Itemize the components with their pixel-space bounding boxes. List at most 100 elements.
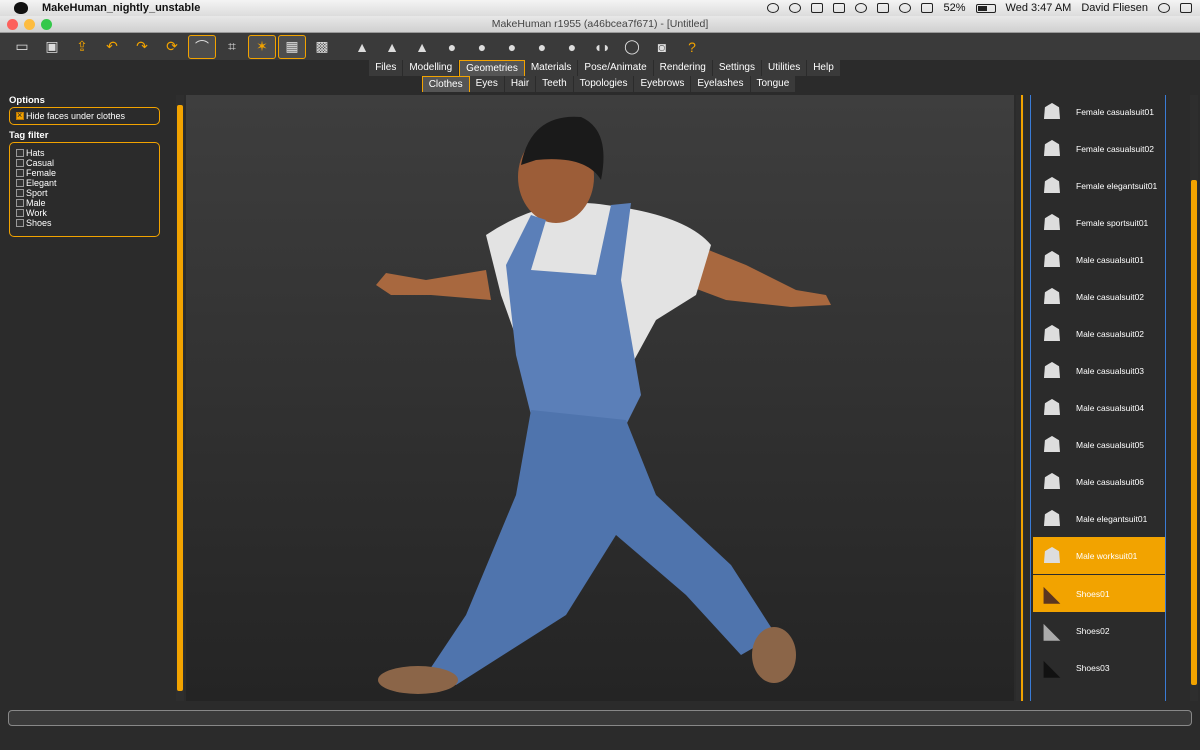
list-item[interactable]: ☗ Male casualsuit01	[1033, 241, 1165, 278]
tab-modelling[interactable]: Modelling	[403, 60, 460, 76]
tab-eyebrows[interactable]: Eyebrows	[634, 76, 692, 92]
checkbox-icon[interactable]	[16, 199, 24, 207]
tab-clothes[interactable]: Clothes	[421, 76, 470, 92]
notification-center-icon[interactable]	[1180, 3, 1192, 13]
list-item[interactable]: ☗ Male elegantsuit01	[1033, 500, 1165, 537]
tag-checkbox-male[interactable]: Male	[16, 198, 153, 208]
reset-camera-icon[interactable]: ●	[558, 35, 586, 59]
scrollbar-thumb[interactable]	[1191, 180, 1197, 685]
tab-utilities[interactable]: Utilities	[761, 60, 808, 76]
bluetooth-icon[interactable]	[877, 3, 890, 13]
scrollbar-thumb[interactable]	[177, 105, 183, 691]
airplay-icon[interactable]	[833, 3, 846, 13]
shield-icon[interactable]	[811, 3, 824, 13]
help-icon[interactable]: ?	[678, 35, 706, 59]
tab-rendering[interactable]: Rendering	[653, 60, 713, 76]
grid-icon[interactable]: ▦	[278, 34, 306, 59]
tab-pose-animate[interactable]: Pose/Animate	[578, 60, 654, 76]
zoom-window-icon[interactable]	[41, 19, 52, 30]
list-item[interactable]: ☗ Male casualsuit03	[1033, 352, 1165, 389]
tab-files[interactable]: Files	[369, 60, 404, 76]
list-item[interactable]: ☗ Male casualsuit06	[1033, 463, 1165, 500]
tab-settings[interactable]: Settings	[712, 60, 762, 76]
save-icon[interactable]: ▣	[38, 35, 66, 59]
list-item[interactable]: ◣ Shoes03	[1033, 649, 1165, 686]
list-item[interactable]: ☗ Male casualsuit02	[1033, 278, 1165, 315]
reset-icon[interactable]: ⟳	[158, 35, 186, 59]
time-machine-icon[interactable]	[855, 3, 868, 13]
checkbox-icon[interactable]	[16, 209, 24, 217]
list-item-label: Male casualsuit04	[1076, 402, 1145, 413]
left-panel-scrollbar[interactable]	[176, 95, 184, 701]
side-view-icon[interactable]: ●	[528, 35, 556, 59]
list-item[interactable]: ☗ Female casualsuit02	[1033, 130, 1165, 167]
tag-checkbox-work[interactable]: Work	[16, 208, 153, 218]
face-camera-icon[interactable]: ◯	[618, 35, 646, 59]
tag-checkbox-hats[interactable]: Hats	[16, 148, 153, 158]
undo-icon[interactable]: ↶	[98, 35, 126, 59]
3d-viewport[interactable]	[186, 95, 1014, 701]
list-item[interactable]: ☗ Male casualsuit04	[1033, 389, 1165, 426]
wifi-icon[interactable]	[899, 3, 912, 13]
list-item-selected[interactable]: ◣ Shoes01	[1033, 575, 1165, 612]
left-view-icon[interactable]: ▲	[408, 35, 436, 59]
tab-eyelashes[interactable]: Eyelashes	[691, 76, 751, 92]
spotlight-search-icon[interactable]	[1158, 3, 1170, 13]
tag-checkbox-female[interactable]: Female	[16, 168, 153, 178]
pose-icon[interactable]: ✶	[248, 34, 276, 59]
list-item[interactable]: ◣ Shoes02	[1033, 612, 1165, 649]
app-menu-name[interactable]: MakeHuman_nightly_unstable	[42, 2, 200, 14]
list-item[interactable]: ☗ Male casualsuit05	[1033, 426, 1165, 463]
clothes-list[interactable]: ☗ Female casualsuit01 ☗ Female casualsuit0…	[1030, 95, 1166, 701]
tab-tongue[interactable]: Tongue	[750, 76, 797, 92]
checkbox-icon[interactable]	[16, 179, 24, 187]
background-icon[interactable]: ▩	[308, 35, 336, 59]
tab-help[interactable]: Help	[807, 60, 841, 76]
sync-icon[interactable]	[789, 3, 802, 13]
tab-teeth[interactable]: Teeth	[536, 76, 574, 92]
checkbox-icon[interactable]	[16, 149, 24, 157]
smooth-icon[interactable]: ⌒	[188, 34, 216, 59]
battery-icon[interactable]	[975, 3, 996, 13]
back-view-icon[interactable]: ▲	[378, 35, 406, 59]
bottom-view-icon[interactable]: ●	[498, 35, 526, 59]
tag-checkbox-shoes[interactable]: Shoes	[16, 218, 153, 228]
checkbox-icon[interactable]	[16, 169, 24, 177]
tab-topologies[interactable]: Topologies	[573, 76, 635, 92]
checkbox-checked-icon[interactable]	[16, 110, 24, 120]
volume-icon[interactable]	[921, 3, 934, 13]
close-window-icon[interactable]	[7, 19, 18, 30]
list-item[interactable]: ☗ Female elegantsuit01	[1033, 167, 1165, 204]
tag-checkbox-sport[interactable]: Sport	[16, 188, 153, 198]
screenshot-icon[interactable]: ◙	[648, 35, 676, 59]
clothes-list-scrollbar[interactable]	[1190, 95, 1198, 701]
clock[interactable]: Wed 3:47 AM	[1006, 2, 1072, 14]
tab-materials[interactable]: Materials	[524, 60, 579, 76]
cloud-icon[interactable]	[767, 3, 780, 13]
tag-label: Male	[26, 198, 46, 208]
list-item[interactable]: ☗ Male casualsuit02	[1033, 315, 1165, 352]
tab-hair[interactable]: Hair	[504, 76, 537, 92]
tag-checkbox-elegant[interactable]: Elegant	[16, 178, 153, 188]
wireframe-icon[interactable]: ⌗	[218, 35, 246, 59]
global-camera-icon[interactable]: ◖◗	[588, 35, 616, 59]
tab-eyes[interactable]: Eyes	[469, 76, 505, 92]
redo-icon[interactable]: ↷	[128, 35, 156, 59]
apple-icon[interactable]	[14, 2, 28, 14]
minimize-window-icon[interactable]	[24, 19, 35, 30]
right-view-icon[interactable]: ●	[438, 35, 466, 59]
export-icon[interactable]: ⇪	[68, 35, 96, 59]
list-item-selected[interactable]: ☗ Male worksuit01	[1033, 537, 1165, 574]
tag-checkbox-casual[interactable]: Casual	[16, 158, 153, 168]
top-view-icon[interactable]: ●	[468, 35, 496, 59]
load-icon[interactable]: ▭	[8, 35, 36, 59]
checkbox-icon[interactable]	[16, 189, 24, 197]
tab-geometries[interactable]: Geometries	[459, 60, 525, 76]
checkbox-icon[interactable]	[16, 159, 24, 167]
list-item[interactable]: ☗ Female casualsuit01	[1033, 95, 1165, 130]
checkbox-icon[interactable]	[16, 219, 24, 227]
user-name[interactable]: David Fliesen	[1081, 2, 1148, 14]
front-view-icon[interactable]: ▲	[348, 35, 376, 59]
hide-faces-checkbox[interactable]: Hide faces under clothes	[16, 110, 153, 121]
list-item[interactable]: ☗ Female sportsuit01	[1033, 204, 1165, 241]
